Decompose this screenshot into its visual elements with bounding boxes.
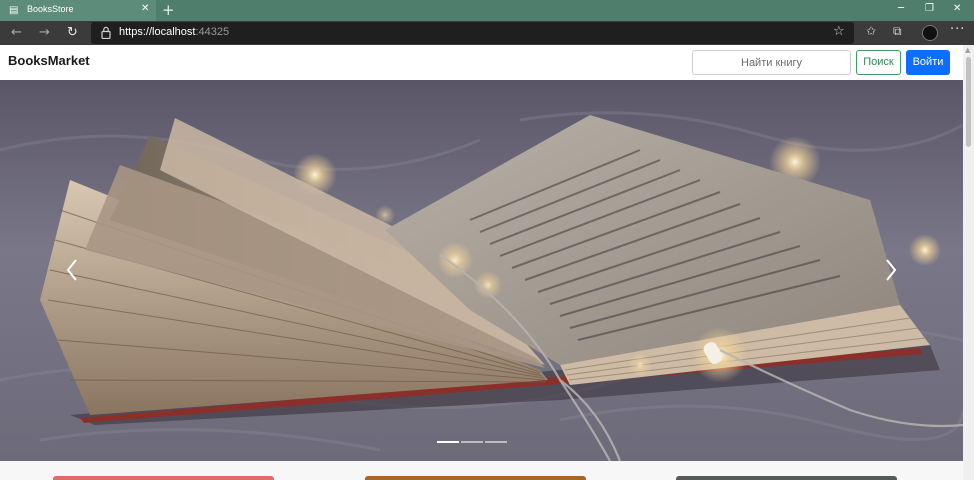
back-icon[interactable]: ← xyxy=(11,25,22,40)
collections-icon[interactable]: ⧉ xyxy=(893,24,902,39)
open-book-photo xyxy=(0,80,963,461)
new-tab-icon[interactable]: + xyxy=(162,1,175,19)
url-host: https://localhost xyxy=(119,26,196,38)
carousel-indicators xyxy=(437,441,527,444)
reload-icon[interactable]: ↻ xyxy=(67,25,78,40)
lock-icon xyxy=(101,26,111,39)
carousel-prev-icon[interactable] xyxy=(57,250,87,290)
carousel-next-icon[interactable] xyxy=(876,250,906,290)
brand-logo-text[interactable]: BooksMarket xyxy=(8,53,90,68)
more-menu-icon[interactable]: ··· xyxy=(950,22,965,37)
scroll-up-icon[interactable]: ▲ xyxy=(965,46,970,54)
carousel-indicator-1[interactable] xyxy=(437,441,459,443)
scrollbar-thumb[interactable] xyxy=(966,57,971,147)
forward-icon[interactable]: → xyxy=(39,25,50,40)
url-text: https://localhost:44325 xyxy=(119,26,229,38)
browser-tab[interactable]: ▤ BooksStore ✕ xyxy=(0,0,156,21)
profile-avatar[interactable] xyxy=(922,25,938,41)
tab-title: BooksStore xyxy=(27,4,74,14)
minimize-icon[interactable]: ─ xyxy=(898,3,904,14)
card-1[interactable] xyxy=(53,476,274,480)
carousel-indicator-3[interactable] xyxy=(485,441,507,443)
cards-section xyxy=(0,461,963,480)
browser-tabstrip: ▤ BooksStore ✕ + ─ ❐ ✕ xyxy=(0,0,974,21)
login-button[interactable]: Войти xyxy=(906,50,950,75)
books-favicon-icon: ▤ xyxy=(9,5,19,16)
url-port: :44325 xyxy=(195,26,230,38)
site-navbar: BooksMarket Поиск Войти xyxy=(0,45,963,81)
web-page: BooksMarket Поиск Войти xyxy=(0,45,963,480)
card-3[interactable] xyxy=(676,476,897,480)
page-scrollbar[interactable]: ▲ xyxy=(963,45,974,480)
hero-carousel xyxy=(0,80,963,461)
browser-toolbar: ← → ↻ https://localhost:44325 ☆ ✩ ⧉ xyxy=(0,21,974,45)
card-2[interactable] xyxy=(365,476,586,480)
search-button[interactable]: Поиск xyxy=(856,50,901,75)
address-bar[interactable]: https://localhost:44325 ☆ xyxy=(91,22,854,44)
search-input[interactable] xyxy=(692,50,851,75)
carousel-indicator-2[interactable] xyxy=(461,441,483,443)
favorites-list-icon[interactable]: ✩ xyxy=(866,24,876,38)
favorite-star-icon[interactable]: ☆ xyxy=(833,24,845,39)
restore-icon[interactable]: ❐ xyxy=(925,3,934,14)
close-tab-icon[interactable]: ✕ xyxy=(141,3,149,14)
close-window-icon[interactable]: ✕ xyxy=(953,3,961,14)
